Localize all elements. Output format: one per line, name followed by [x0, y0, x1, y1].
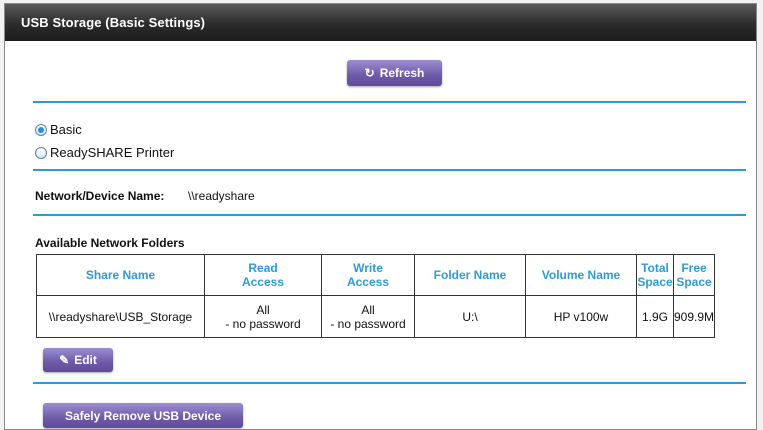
- radio-button-readyshare-printer[interactable]: [35, 146, 47, 159]
- column-free-space: Free Space: [672, 254, 716, 296]
- table-row[interactable]: \\readyshare\USB_Storage All - no passwo…: [36, 295, 716, 338]
- column-read-access: Read Access: [204, 254, 322, 296]
- network-device-name-value: \\readyshare: [188, 189, 255, 203]
- safely-remove-usb-label: Safely Remove USB Device: [64, 408, 222, 423]
- cell-write-access: All - no password: [321, 295, 415, 338]
- refresh-button[interactable]: ↻ Refresh: [347, 60, 442, 86]
- radio-button-basic[interactable]: [35, 123, 47, 136]
- refresh-icon: ↻: [364, 66, 375, 80]
- column-total-space: Total Space: [636, 254, 674, 296]
- cell-share-name: \\readyshare\USB_Storage: [36, 295, 205, 338]
- radio-readyshare-printer[interactable]: ReadySHARE Printer: [35, 145, 174, 160]
- column-volume-name: Volume Name: [525, 254, 637, 296]
- cell-total-space: 1.9G: [636, 295, 674, 338]
- network-device-name-label: Network/Device Name:: [35, 189, 165, 203]
- available-folders-heading: Available Network Folders: [35, 236, 185, 250]
- divider: [33, 382, 746, 384]
- refresh-label: Refresh: [379, 66, 425, 80]
- divider: [33, 101, 746, 103]
- divider: [33, 214, 746, 216]
- radio-label-basic: Basic: [50, 122, 82, 137]
- cell-folder-name: U:\: [414, 295, 526, 338]
- cell-volume-name: HP v100w: [525, 295, 637, 338]
- column-share-name: Share Name: [36, 254, 205, 296]
- pencil-icon: ✎: [59, 353, 70, 367]
- usb-storage-panel: USB Storage (Basic Settings) ↻ Refresh B…: [4, 3, 757, 430]
- edit-button[interactable]: ✎ Edit: [43, 348, 113, 372]
- cell-free-space: 909.9M: [672, 295, 716, 338]
- safely-remove-usb-button[interactable]: Safely Remove USB Device: [43, 403, 243, 428]
- radio-label-readyshare-printer: ReadySHARE Printer: [50, 145, 175, 160]
- page-title: USB Storage (Basic Settings): [5, 4, 756, 41]
- edit-label: Edit: [74, 353, 97, 367]
- cell-read-access: All - no password: [204, 295, 322, 338]
- network-folders-table: Share Name Read Access Write Access Fold…: [36, 254, 716, 338]
- column-folder-name: Folder Name: [414, 254, 526, 296]
- radio-basic[interactable]: Basic: [35, 122, 82, 137]
- divider: [33, 169, 746, 171]
- column-write-access: Write Access: [321, 254, 415, 296]
- table-header-row: Share Name Read Access Write Access Fold…: [36, 254, 716, 296]
